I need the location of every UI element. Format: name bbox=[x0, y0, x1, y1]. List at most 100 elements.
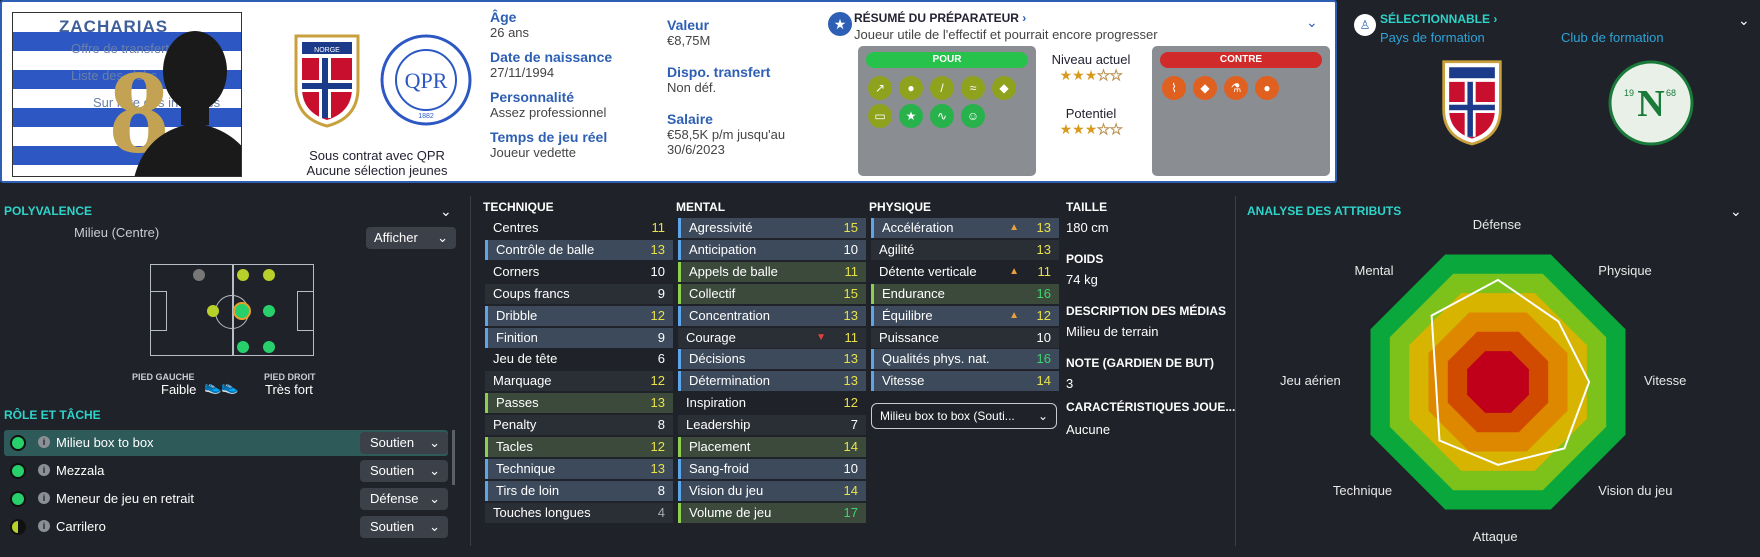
dob-value: 27/11/1994 bbox=[490, 65, 555, 80]
value-value: €8,75M bbox=[667, 33, 711, 48]
info-icon[interactable]: i bbox=[38, 464, 50, 476]
chevron-down-icon[interactable]: ⌄ bbox=[1306, 14, 1318, 31]
attribute-row[interactable]: Contrôle de balle 13 bbox=[485, 239, 673, 260]
role-name: Milieu box to box bbox=[56, 435, 154, 450]
attribute-name: Concentration bbox=[689, 307, 770, 323]
attribute-row[interactable]: Accélération 13 ▲ bbox=[871, 218, 1059, 238]
attribute-row[interactable]: Équilibre 12 ▲ bbox=[871, 305, 1059, 326]
technique-title: TECHNIQUE bbox=[483, 200, 554, 214]
trait-icon[interactable]: ◆ bbox=[992, 76, 1016, 100]
scrollbar[interactable] bbox=[452, 430, 455, 485]
attribute-row[interactable]: Vitesse 14 bbox=[871, 371, 1059, 392]
attribute-value: 8 bbox=[657, 417, 665, 433]
player-header-card: ZACHARIAS Offre de transfert Liste des c… bbox=[0, 0, 1337, 183]
trait-icon[interactable]: ● bbox=[1255, 76, 1279, 100]
trait-icon[interactable]: ▭ bbox=[868, 104, 892, 128]
attribute-row[interactable]: Coups francs 9 bbox=[485, 283, 673, 304]
potential-ability-label: Potentiel bbox=[1065, 106, 1117, 121]
attribute-name: Équilibre bbox=[882, 307, 933, 323]
role-suitability-icon bbox=[10, 435, 26, 451]
show-dropdown[interactable]: Afficher ⌄ bbox=[366, 227, 456, 249]
attribute-name: Détente verticale bbox=[879, 263, 977, 279]
duty-select[interactable]: Soutien ⌄ bbox=[360, 516, 448, 538]
weight-label: POIDS bbox=[1066, 252, 1104, 266]
attribute-row[interactable]: Qualités phys. nat. 16 bbox=[871, 349, 1059, 370]
attribute-row[interactable]: Endurance 16 bbox=[871, 283, 1059, 304]
attribute-row[interactable]: Penalty 8 bbox=[485, 415, 673, 436]
chevron-down-icon[interactable]: ⌄ bbox=[1738, 12, 1750, 29]
attribute-row[interactable]: Détente verticale 11 ▲ bbox=[871, 261, 1059, 282]
chevron-down-icon[interactable]: ⌄ bbox=[440, 203, 452, 220]
trait-icon[interactable]: ⌇ bbox=[1162, 76, 1186, 100]
attribute-trend-icon: ▲ bbox=[1009, 309, 1019, 321]
attribute-row[interactable]: Volume de jeu 17 bbox=[678, 502, 866, 523]
attribute-name: Passes bbox=[496, 395, 539, 411]
trait-icon[interactable]: ⚗ bbox=[1224, 76, 1248, 100]
attribute-row[interactable]: Placement 14 bbox=[678, 437, 866, 457]
attribute-row[interactable]: Sang-froid 10 bbox=[678, 458, 866, 479]
radar-axis-label: Physique bbox=[1598, 262, 1652, 278]
person-icon: ♙ bbox=[1354, 14, 1376, 36]
role-analysis-select[interactable]: Milieu box to box (Souti... ⌄ bbox=[871, 403, 1057, 429]
qpr-crest-initials: QPR bbox=[405, 68, 448, 93]
trait-icon[interactable]: ★ bbox=[899, 104, 923, 128]
trait-icon[interactable]: ◆ bbox=[1193, 76, 1217, 100]
attribute-row[interactable]: Appels de balle 11 bbox=[678, 261, 866, 282]
role-row[interactable]: i Meneur de jeu en retrait Défense ⌄ bbox=[4, 486, 448, 512]
trait-icon[interactable]: / bbox=[930, 76, 954, 100]
trait-icon[interactable]: ≈ bbox=[961, 76, 985, 100]
attribute-row[interactable]: Détermination 13 bbox=[678, 371, 866, 392]
trait-icon[interactable]: ∿ bbox=[930, 104, 954, 128]
trait-icon[interactable]: ● bbox=[899, 76, 923, 100]
attribute-row[interactable]: Marquage 12 bbox=[485, 371, 673, 392]
role-row[interactable]: i Milieu box to box Soutien ⌄ bbox=[4, 430, 448, 456]
position-label: Milieu (Centre) bbox=[74, 225, 160, 240]
trait-icon[interactable]: ↗ bbox=[868, 76, 892, 100]
report-title[interactable]: RÉSUMÉ DU PRÉPARATEUR › bbox=[854, 11, 1026, 25]
role-row[interactable]: i Carrilero Soutien ⌄ bbox=[4, 514, 448, 540]
attribute-row[interactable]: Courage 11 ▼ bbox=[678, 327, 866, 348]
position-dot bbox=[263, 341, 275, 353]
attribute-row[interactable]: Puissance 10 bbox=[871, 327, 1059, 348]
cons-box: CONTRE ⌇ ◆ ⚗ ● bbox=[1152, 46, 1330, 176]
gk-rating-value: 3 bbox=[1066, 376, 1074, 391]
pros-header: POUR bbox=[866, 52, 1028, 68]
attribute-row[interactable]: Inspiration 12 bbox=[678, 393, 866, 414]
radar-axis-label: Vitesse bbox=[1644, 373, 1687, 388]
chevron-down-icon[interactable]: ⌄ bbox=[1730, 203, 1742, 220]
attribute-row[interactable]: Décisions 13 bbox=[678, 349, 866, 370]
attribute-value: 16 bbox=[1036, 285, 1051, 301]
attribute-row[interactable]: Tacles 12 bbox=[485, 437, 673, 457]
attribute-value: 10 bbox=[650, 263, 665, 279]
attribute-row[interactable]: Corners 10 bbox=[485, 261, 673, 282]
trait-icon[interactable]: ☺ bbox=[961, 104, 985, 128]
duty-select[interactable]: Soutien ⌄ bbox=[360, 432, 448, 454]
attribute-row[interactable]: Technique 13 bbox=[485, 458, 673, 479]
attribute-row[interactable]: Dribble 12 bbox=[485, 305, 673, 326]
attribute-row[interactable]: Jeu de tête 6 bbox=[485, 349, 673, 370]
coach-report[interactable]: ★ RÉSUMÉ DU PRÉPARATEUR › Joueur utile d… bbox=[824, 8, 1334, 180]
info-icon[interactable]: i bbox=[38, 520, 50, 532]
player-profile-screen: ZACHARIAS Offre de transfert Liste des c… bbox=[0, 0, 1760, 557]
attribute-row[interactable]: Touches longues 4 bbox=[485, 502, 673, 523]
info-icon[interactable]: i bbox=[38, 436, 50, 448]
attribute-name: Placement bbox=[689, 439, 751, 454]
attribute-row[interactable]: Concentration 13 bbox=[678, 305, 866, 326]
duty-select[interactable]: Soutien ⌄ bbox=[360, 460, 448, 482]
attribute-row[interactable]: Passes 13 bbox=[485, 393, 673, 414]
attribute-row[interactable]: Vision du jeu 14 bbox=[678, 480, 866, 501]
attribute-row[interactable]: Tirs de loin 8 bbox=[485, 480, 673, 501]
info-icon[interactable]: i bbox=[38, 492, 50, 504]
attribute-row[interactable]: Agilité 13 bbox=[871, 239, 1059, 260]
current-ability-stars: ★★★★★ bbox=[1059, 67, 1123, 84]
attribute-row[interactable]: Agressivité 15 bbox=[678, 218, 866, 238]
attribute-name: Agilité bbox=[879, 241, 915, 257]
attribute-row[interactable]: Collectif 15 bbox=[678, 283, 866, 304]
duty-select[interactable]: Défense ⌄ bbox=[360, 488, 448, 510]
attribute-row[interactable]: Leadership 7 bbox=[678, 415, 866, 436]
attribute-row[interactable]: Centres 11 bbox=[485, 218, 673, 238]
eligibility-title[interactable]: SÉLECTIONNABLE › bbox=[1380, 12, 1497, 26]
attribute-row[interactable]: Finition 9 bbox=[485, 327, 673, 348]
attribute-row[interactable]: Anticipation 10 bbox=[678, 239, 866, 260]
role-row[interactable]: i Mezzala Soutien ⌄ bbox=[4, 458, 448, 484]
